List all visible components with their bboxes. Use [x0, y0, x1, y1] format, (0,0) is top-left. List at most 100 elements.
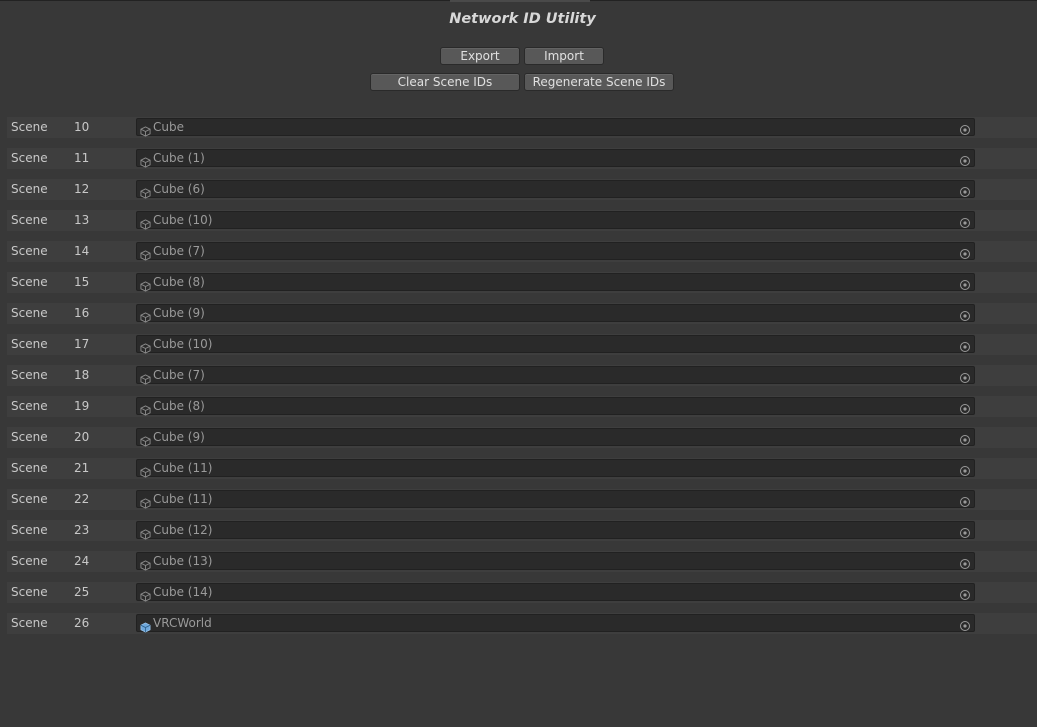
export-button[interactable]: Export: [440, 47, 520, 65]
object-field-value: Cube (7): [153, 244, 205, 258]
scene-id-row: Scene 11 Cube (1): [7, 148, 1037, 179]
object-field-value: Cube: [153, 120, 184, 134]
scene-id-row: Scene 17 Cube (10): [7, 334, 1037, 365]
object-picker-icon[interactable]: [959, 152, 971, 166]
row-scene-label: Scene: [11, 120, 48, 134]
object-field-value: Cube (11): [153, 492, 213, 506]
object-field[interactable]: Cube (14): [136, 583, 975, 602]
object-field[interactable]: Cube (11): [136, 459, 975, 478]
cube-icon: [140, 556, 151, 571]
cube-icon: [140, 246, 151, 261]
cube-icon: [140, 215, 151, 230]
object-picker-icon[interactable]: [959, 431, 971, 445]
import-button[interactable]: Import: [524, 47, 604, 65]
object-field-value: Cube (11): [153, 461, 213, 475]
object-picker-icon[interactable]: [959, 121, 971, 135]
scene-id-list: Scene 10 Cube Scene 11 Cube (1) Scene 12 Cube (6…: [7, 117, 1037, 644]
object-field-value: Cube (9): [153, 306, 205, 320]
row-network-id: 19: [74, 399, 90, 413]
object-field[interactable]: Cube (13): [136, 552, 975, 571]
object-picker-icon[interactable]: [959, 369, 971, 383]
cube-icon: [140, 370, 151, 385]
cube-icon: [140, 122, 151, 137]
row-scene-label: Scene: [11, 337, 48, 351]
scene-id-row: Scene 25 Cube (14): [7, 582, 1037, 613]
network-id-utility-window: Network ID Utility Export Import Clear S…: [0, 0, 1037, 727]
object-field[interactable]: Cube (1): [136, 149, 975, 168]
row-scene-label: Scene: [11, 461, 48, 475]
object-picker-icon[interactable]: [959, 338, 971, 352]
cube-icon: [140, 463, 151, 478]
row-network-id: 24: [74, 554, 90, 568]
object-picker-icon[interactable]: [959, 617, 971, 631]
scene-id-row: Scene 15 Cube (8): [7, 272, 1037, 303]
row-network-id: 21: [74, 461, 90, 475]
scene-id-row: Scene 18 Cube (7): [7, 365, 1037, 396]
object-picker-icon[interactable]: [959, 307, 971, 321]
clear-scene-ids-button[interactable]: Clear Scene IDs: [370, 73, 520, 91]
object-field[interactable]: Cube (7): [136, 242, 975, 261]
row-network-id: 20: [74, 430, 90, 444]
row-scene-label: Scene: [11, 275, 48, 289]
row-network-id: 17: [74, 337, 90, 351]
row-network-id: 15: [74, 275, 90, 289]
scene-id-row: Scene 14 Cube (7): [7, 241, 1037, 272]
row-scene-label: Scene: [11, 523, 48, 537]
row-scene-label: Scene: [11, 616, 48, 630]
object-field[interactable]: Cube (9): [136, 304, 975, 323]
scene-id-row: Scene 23 Cube (12): [7, 520, 1037, 551]
regenerate-scene-ids-button[interactable]: Regenerate Scene IDs: [524, 73, 674, 91]
object-field[interactable]: Cube (7): [136, 366, 975, 385]
scene-id-row: Scene 26 VRCWorld: [7, 613, 1037, 644]
object-picker-icon[interactable]: [959, 493, 971, 507]
cube-icon: [140, 401, 151, 416]
row-network-id: 16: [74, 306, 90, 320]
row-network-id: 18: [74, 368, 90, 382]
object-picker-icon[interactable]: [959, 276, 971, 290]
scene-id-row: Scene 10 Cube: [7, 117, 1037, 148]
object-picker-icon[interactable]: [959, 555, 971, 569]
row-scene-label: Scene: [11, 368, 48, 382]
object-field-value: Cube (6): [153, 182, 205, 196]
row-network-id: 14: [74, 244, 90, 258]
row-network-id: 23: [74, 523, 90, 537]
scene-id-row: Scene 16 Cube (9): [7, 303, 1037, 334]
scene-id-row: Scene 19 Cube (8): [7, 396, 1037, 427]
object-field-value: Cube (1): [153, 151, 205, 165]
object-picker-icon[interactable]: [959, 586, 971, 600]
prefab-icon: [140, 618, 151, 633]
cube-icon: [140, 587, 151, 602]
row-network-id: 25: [74, 585, 90, 599]
object-picker-icon[interactable]: [959, 245, 971, 259]
object-field[interactable]: Cube (8): [136, 397, 975, 416]
object-field[interactable]: Cube (9): [136, 428, 975, 447]
object-field[interactable]: Cube (12): [136, 521, 975, 540]
object-picker-icon[interactable]: [959, 183, 971, 197]
object-field[interactable]: Cube (8): [136, 273, 975, 292]
scene-id-row: Scene 20 Cube (9): [7, 427, 1037, 458]
object-field[interactable]: Cube (10): [136, 211, 975, 230]
row-network-id: 10: [74, 120, 90, 134]
object-field[interactable]: Cube (6): [136, 180, 975, 199]
object-field[interactable]: Cube (10): [136, 335, 975, 354]
object-field-value: Cube (8): [153, 275, 205, 289]
row-network-id: 26: [74, 616, 90, 630]
cube-icon: [140, 339, 151, 354]
object-field[interactable]: VRCWorld: [136, 614, 975, 633]
row-scene-label: Scene: [11, 306, 48, 320]
window-tab-highlight: [450, 0, 590, 2]
object-field[interactable]: Cube (11): [136, 490, 975, 509]
object-picker-icon[interactable]: [959, 524, 971, 538]
object-picker-icon[interactable]: [959, 214, 971, 228]
row-scene-label: Scene: [11, 554, 48, 568]
cube-icon: [140, 277, 151, 292]
cube-icon: [140, 494, 151, 509]
window-title: Network ID Utility: [449, 11, 596, 27]
object-field[interactable]: Cube: [136, 118, 975, 137]
object-picker-icon[interactable]: [959, 400, 971, 414]
object-field-value: Cube (12): [153, 523, 213, 537]
object-field-value: Cube (7): [153, 368, 205, 382]
row-scene-label: Scene: [11, 430, 48, 444]
object-picker-icon[interactable]: [959, 462, 971, 476]
row-scene-label: Scene: [11, 213, 48, 227]
